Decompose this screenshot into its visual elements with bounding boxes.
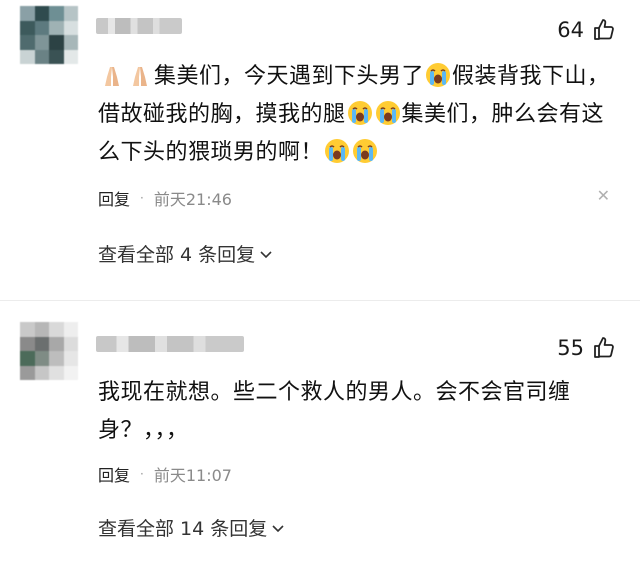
reply-button[interactable]: 回复	[98, 186, 130, 210]
chevron-down-icon	[260, 250, 272, 258]
avatar-pixel	[20, 49, 35, 64]
separator-dot: ·	[140, 467, 144, 481]
avatar-pixel	[34, 336, 49, 351]
divider	[0, 300, 640, 301]
close-icon[interactable]: ✕	[597, 186, 610, 205]
avatar-pixel	[63, 49, 78, 64]
loudly-crying-emoji	[426, 63, 451, 87]
avatar-pixel	[49, 6, 64, 21]
avatar-pixel	[63, 6, 78, 21]
avatar-pixel	[34, 35, 49, 50]
avatar-pixel	[49, 336, 64, 351]
separator-dot: ·	[140, 191, 144, 205]
timestamp: 前天11:07	[153, 466, 232, 485]
timestamp: 前天21:46	[153, 190, 232, 209]
avatar-pixel	[20, 336, 35, 351]
avatar-pixel	[34, 49, 49, 64]
avatar-pixel	[49, 49, 64, 64]
like-button[interactable]: 55	[557, 336, 616, 360]
avatar-pixel	[63, 351, 78, 366]
avatar-pixel	[49, 322, 64, 337]
avatar-pixel	[63, 365, 78, 380]
avatar-pixel	[20, 20, 35, 35]
comment-text: 我现在就想。些二个救人的男人。会不会官司缠身？，，，	[98, 380, 571, 443]
avatar-pixel	[34, 20, 49, 35]
avatar-pixel	[49, 35, 64, 50]
username-blurred[interactable]	[96, 336, 244, 352]
username-blurred[interactable]	[96, 18, 182, 34]
thumbs-up-icon	[594, 337, 614, 358]
avatar-pixel	[20, 35, 35, 50]
comment-meta: 回复 · 前天11:07	[98, 462, 232, 486]
avatar-pixel	[63, 20, 78, 35]
view-all-replies-label: 查看全部 4 条回复	[98, 244, 256, 266]
folded-hands-emoji	[133, 67, 147, 86]
folded-hands-emoji	[105, 67, 119, 86]
avatar-pixel	[49, 20, 64, 35]
loudly-crying-emoji	[347, 101, 372, 125]
avatar-pixel	[63, 322, 78, 337]
avatar-pixel	[34, 6, 49, 21]
avatar-pixel	[20, 351, 35, 366]
avatar-pixel	[63, 336, 78, 351]
like-count: 64	[557, 18, 584, 42]
avatar[interactable]	[20, 322, 78, 380]
avatar-pixel	[20, 322, 35, 337]
like-button[interactable]: 64	[557, 18, 616, 42]
view-all-replies-button[interactable]: 查看全部 4 条回复	[98, 240, 273, 267]
chevron-down-icon	[272, 524, 284, 532]
view-all-replies-button[interactable]: 查看全部 14 条回复	[98, 514, 285, 541]
loudly-crying-emoji	[353, 139, 378, 163]
thumbs-up-icon	[594, 19, 614, 40]
avatar-pixel	[63, 35, 78, 50]
loudly-crying-emoji	[325, 139, 350, 163]
avatar-pixel	[49, 351, 64, 366]
avatar-pixel	[20, 6, 35, 21]
view-all-replies-label: 查看全部 14 条回复	[98, 518, 268, 540]
avatar-pixel	[34, 365, 49, 380]
avatar-pixel	[34, 322, 49, 337]
reply-button[interactable]: 回复	[98, 462, 130, 486]
avatar-pixel	[20, 365, 35, 380]
avatar[interactable]	[20, 6, 78, 64]
comment-meta: 回复 · 前天21:46	[98, 186, 232, 210]
comment-text: 集美们，今天遇到下头男了 假装背我下山，借故碰我的胸，摸我的腿 集美们，肿么会有这么…	[98, 58, 618, 172]
like-count: 55	[557, 336, 584, 360]
avatar-pixel	[49, 365, 64, 380]
loudly-crying-emoji	[375, 101, 400, 125]
avatar-pixel	[34, 351, 49, 366]
comment-text-part-1: 集美们，今天遇到下头男了	[154, 64, 425, 89]
